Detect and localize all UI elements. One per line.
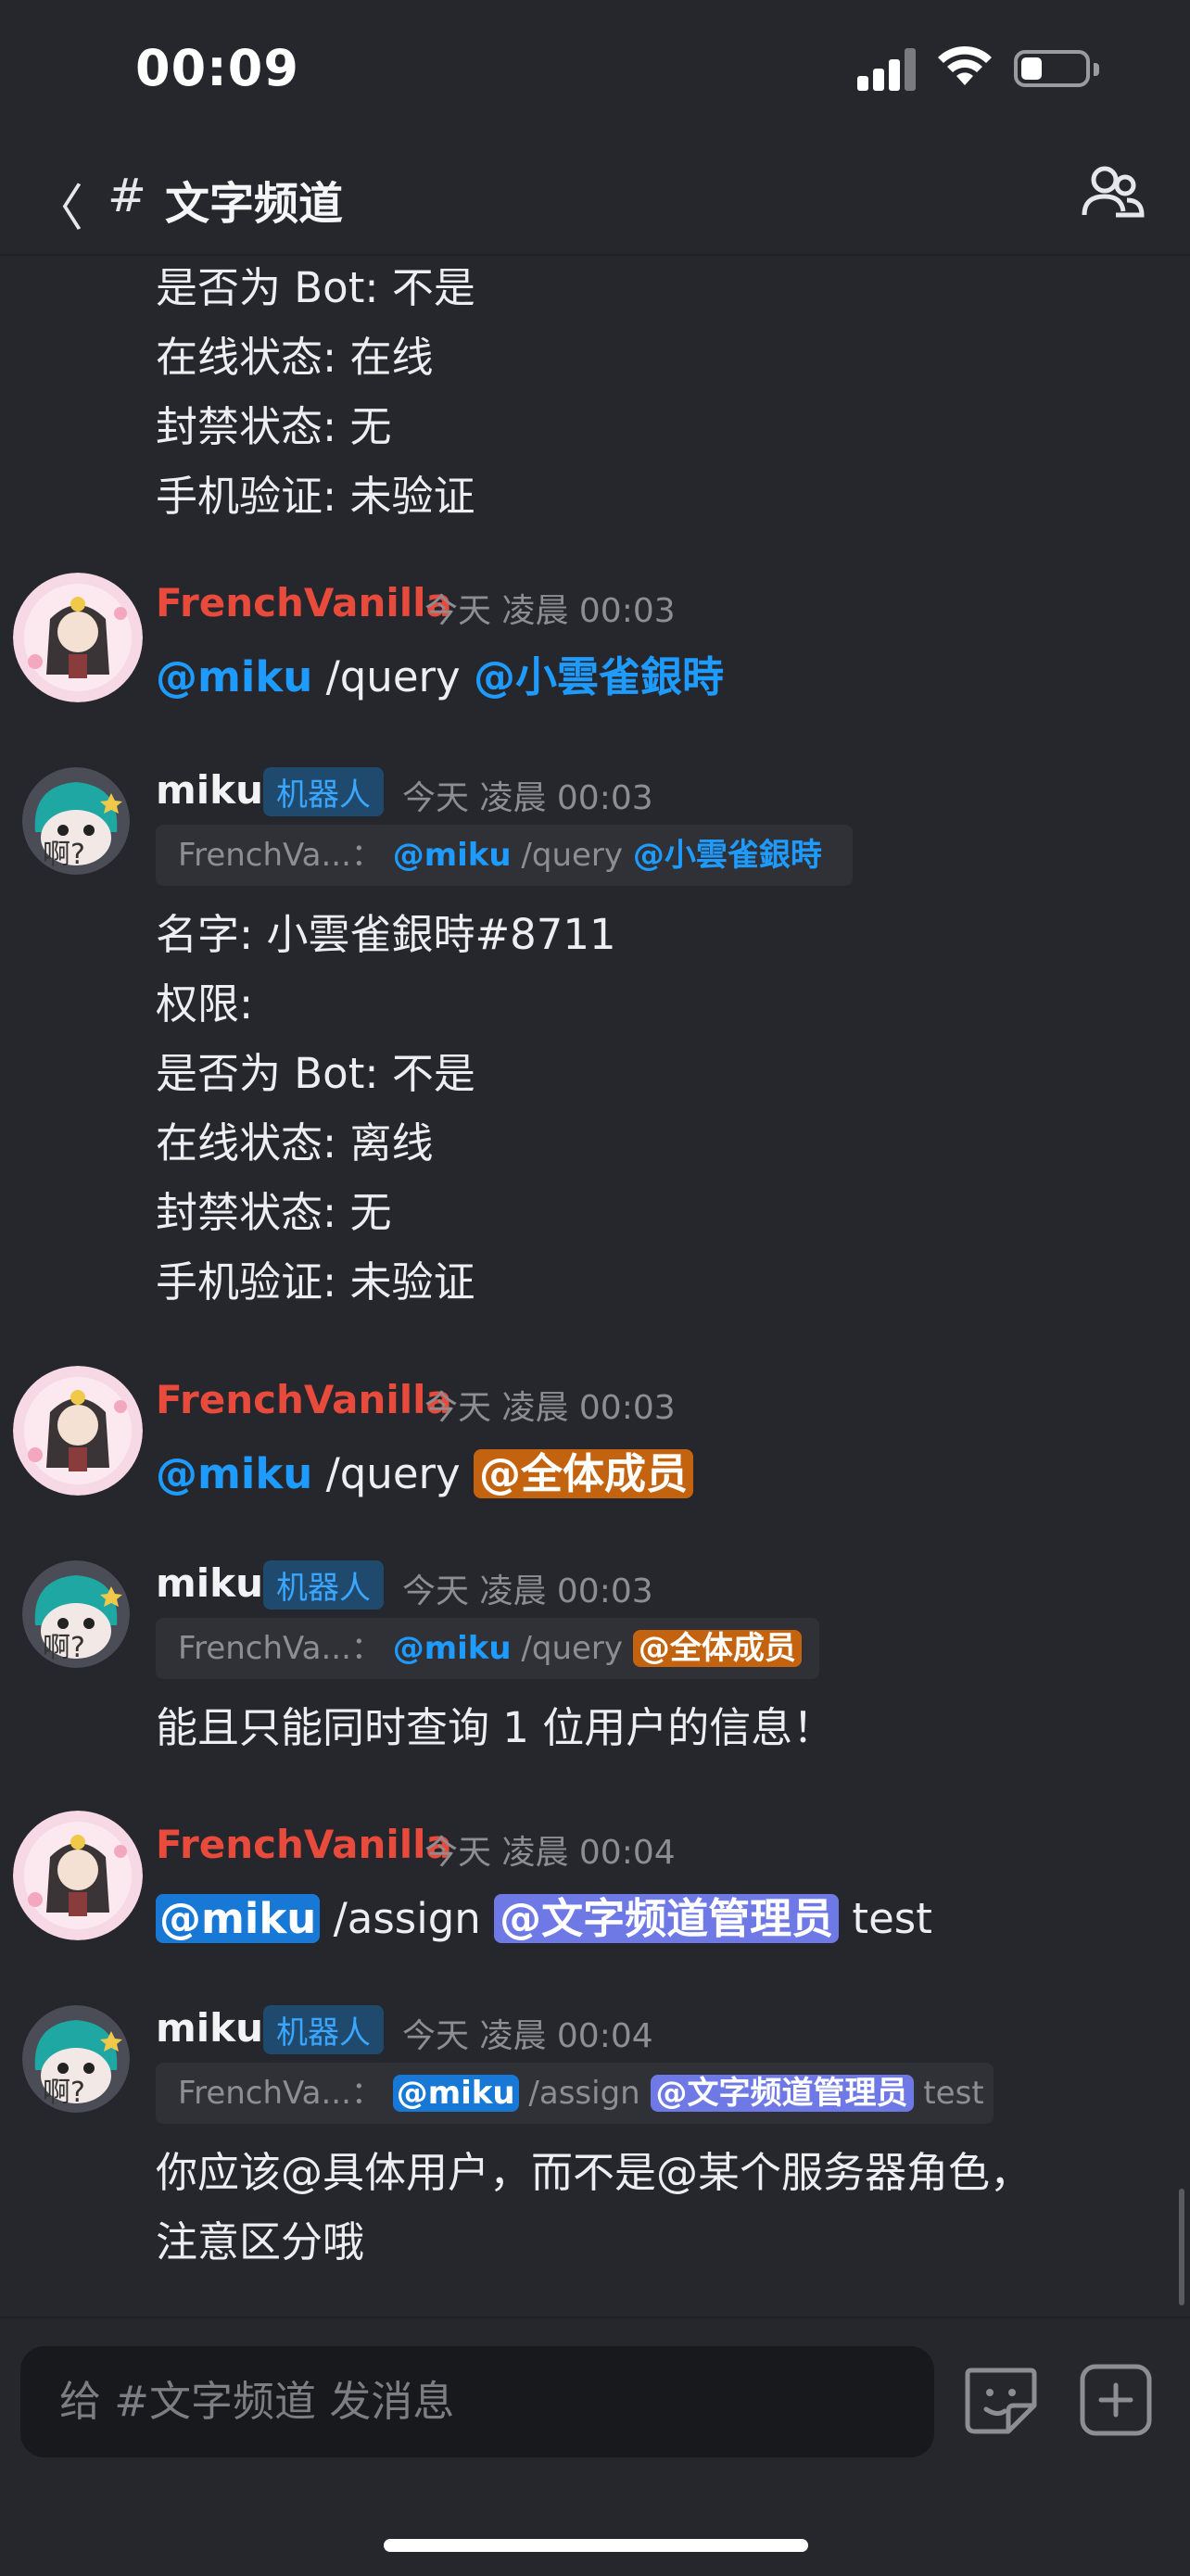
avatar[interactable]: 啊? bbox=[22, 2005, 130, 2113]
message-line: 能且只能同时查询 1 位用户的信息！ bbox=[156, 1703, 835, 1752]
svg-text:啊?: 啊? bbox=[43, 2077, 85, 2109]
battery-icon bbox=[1014, 50, 1099, 87]
mention-link: @miku bbox=[392, 837, 512, 874]
timestamp: 今天 凌晨 00:04 bbox=[424, 1834, 676, 1872]
reply-preview[interactable]: FrenchVa...： @miku /query @小雲雀銀時 bbox=[156, 825, 853, 886]
status-bar: 00:09 bbox=[0, 0, 1190, 139]
author-name[interactable]: FrenchVanilla bbox=[156, 1822, 452, 1867]
role-mention: @文字频道管理员 bbox=[650, 2075, 914, 2112]
channel-header: 〈 # 文字频道 bbox=[0, 139, 1190, 256]
svg-text:啊?: 啊? bbox=[43, 1632, 85, 1664]
suffix-text: test bbox=[839, 1894, 932, 1943]
reply-author: FrenchVa...： bbox=[178, 2075, 383, 2112]
wifi-icon bbox=[938, 45, 992, 85]
home-indicator[interactable] bbox=[384, 2539, 808, 2552]
author-name[interactable]: FrenchVanilla bbox=[156, 1377, 452, 1422]
mention-link: @miku bbox=[392, 2075, 519, 2112]
message-list[interactable]: 是否为 Bot: 不是 在线状态: 在线 封禁状态: 无 手机验证: 未验证 F… bbox=[0, 254, 1190, 2317]
mention-link: @小雲雀銀時 bbox=[632, 837, 822, 874]
message-line: 你应该@具体用户，而不是@某个服务器角色， bbox=[156, 2148, 1032, 2197]
mention-link: @miku bbox=[392, 1630, 512, 1667]
author-name[interactable]: miku bbox=[156, 2005, 263, 2051]
author-name[interactable]: miku bbox=[156, 1560, 263, 1606]
message-input[interactable] bbox=[20, 2346, 934, 2457]
command-text: /query bbox=[312, 1449, 474, 1498]
message-line: 封禁状态: 无 bbox=[156, 402, 392, 451]
reply-author: FrenchVa...： bbox=[178, 837, 383, 874]
avatar[interactable] bbox=[13, 573, 143, 702]
channel-title: 文字频道 bbox=[165, 178, 344, 230]
command-text: /query bbox=[312, 652, 474, 701]
role-mention[interactable]: @文字频道管理员 bbox=[494, 1894, 840, 1943]
plus-icon[interactable] bbox=[1079, 2363, 1153, 2437]
reply-command: /assign bbox=[518, 2075, 651, 2112]
avatar[interactable]: 啊? bbox=[22, 767, 130, 875]
avatar[interactable]: 啊? bbox=[22, 1560, 130, 1668]
hash-icon: # bbox=[108, 169, 146, 222]
timestamp: 今天 凌晨 00:03 bbox=[424, 592, 676, 630]
avatar[interactable] bbox=[13, 1811, 143, 1940]
message-body: @miku /query @小雲雀銀時 bbox=[156, 643, 724, 703]
command-text: /assign bbox=[320, 1894, 495, 1943]
bot-badge: 机器人 bbox=[263, 2005, 384, 2054]
message-line: 权限: bbox=[156, 979, 254, 1029]
bot-badge: 机器人 bbox=[263, 767, 384, 816]
timestamp: 今天 凌晨 00:03 bbox=[402, 1572, 653, 1610]
reply-preview[interactable]: FrenchVa...： @miku /query @全体成员 bbox=[156, 1618, 819, 1679]
message-line: 注意区分哦 bbox=[156, 2217, 365, 2267]
timestamp: 今天 凌晨 00:03 bbox=[424, 1389, 676, 1427]
members-icon[interactable] bbox=[1081, 163, 1146, 222]
message-line: 手机验证: 未验证 bbox=[156, 1257, 475, 1307]
message-line: 封禁状态: 无 bbox=[156, 1188, 392, 1237]
message-body: @miku /assign @文字频道管理员 test bbox=[156, 1885, 932, 1945]
author-name[interactable]: FrenchVanilla bbox=[156, 580, 452, 625]
role-mention[interactable]: @全体成员 bbox=[473, 1449, 693, 1498]
composer bbox=[0, 2317, 1190, 2576]
mention-link[interactable]: @小雲雀銀時 bbox=[474, 652, 724, 701]
message-line: 是否为 Bot: 不是 bbox=[156, 1049, 475, 1098]
avatar[interactable] bbox=[13, 1366, 143, 1496]
reply-command: /query bbox=[511, 1630, 633, 1667]
mention-link[interactable]: @miku bbox=[156, 652, 312, 701]
bot-badge: 机器人 bbox=[263, 1560, 384, 1610]
sticker-icon[interactable] bbox=[962, 2363, 1040, 2437]
status-time: 00:09 bbox=[135, 39, 299, 97]
message-line: 在线状态: 离线 bbox=[156, 1118, 434, 1168]
message-line: 是否为 Bot: 不是 bbox=[156, 263, 475, 312]
reply-command: /query bbox=[511, 837, 633, 874]
back-icon[interactable]: 〈 bbox=[33, 167, 83, 240]
role-mention: @全体成员 bbox=[632, 1630, 802, 1667]
scrollbar[interactable] bbox=[1179, 2189, 1184, 2305]
mention-link[interactable]: @miku bbox=[156, 1894, 321, 1943]
message-body: @miku /query @全体成员 bbox=[156, 1440, 693, 1500]
reply-suffix: test bbox=[913, 2075, 984, 2112]
reply-author: FrenchVa...： bbox=[178, 1630, 383, 1667]
message-line: 手机验证: 未验证 bbox=[156, 472, 475, 521]
message-line: 名字: 小雲雀銀時#8711 bbox=[156, 910, 616, 959]
message-line: 在线状态: 在线 bbox=[156, 333, 434, 382]
reply-preview[interactable]: FrenchVa...： @miku /assign @文字频道管理员 test bbox=[156, 2063, 994, 2124]
svg-text:啊?: 啊? bbox=[43, 839, 85, 871]
author-name[interactable]: miku bbox=[156, 767, 263, 813]
signal-icon bbox=[857, 48, 917, 91]
mention-link[interactable]: @miku bbox=[156, 1449, 312, 1498]
timestamp: 今天 凌晨 00:03 bbox=[402, 779, 653, 817]
timestamp: 今天 凌晨 00:04 bbox=[402, 2017, 653, 2055]
